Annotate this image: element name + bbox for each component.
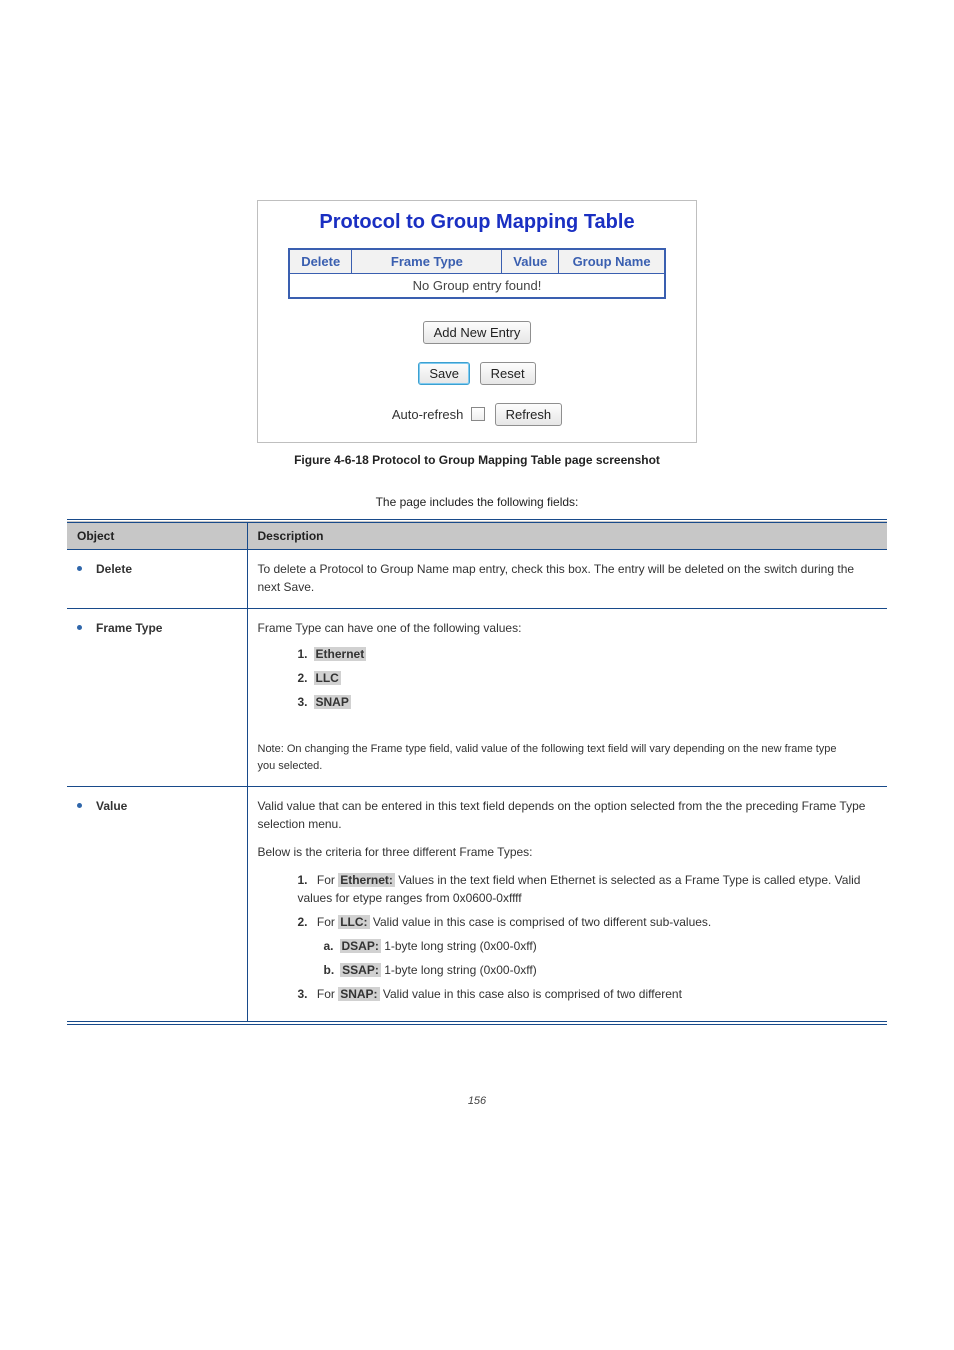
value-ethernet: Ethernet: — [338, 873, 395, 887]
table-empty-row: No Group entry found! — [289, 274, 665, 299]
row-frame-type: Frame Type Frame Type can have one of th… — [67, 609, 887, 787]
figure-caption: Figure 4-6-18 Protocol to Group Mapping … — [30, 453, 924, 467]
col-group-name: Group Name — [559, 249, 665, 274]
value-snap: SNAP: — [338, 987, 379, 1001]
option-snap: SNAP — [314, 695, 351, 709]
value-llc: LLC: — [338, 915, 369, 929]
frame-type-note: Note: On changing the Frame type field, … — [258, 741, 858, 774]
header-object: Object — [67, 521, 247, 550]
mapping-table: Delete Frame Type Value Group Name No Gr… — [288, 248, 666, 299]
option-llc: LLC — [314, 671, 341, 685]
col-delete: Delete — [289, 249, 352, 274]
row-delete: Delete To delete a Protocol to Group Nam… — [67, 550, 887, 609]
table-header-row: Delete Frame Type Value Group Name — [289, 249, 665, 274]
row-value: Value Valid value that can be entered in… — [67, 787, 887, 1024]
auto-refresh-checkbox[interactable] — [471, 407, 485, 421]
bullet-icon — [77, 625, 82, 630]
option-ethernet: Ethernet — [314, 647, 367, 661]
add-new-entry-button[interactable]: Add New Entry — [423, 321, 532, 344]
value-ssap: SSAP: — [340, 963, 381, 977]
screenshot-panel: Protocol to Group Mapping Table Delete F… — [257, 200, 697, 443]
page-number: 156 — [30, 1095, 924, 1107]
col-value: Value — [502, 249, 559, 274]
desc-frame-type: Frame Type can have one of the following… — [247, 609, 887, 787]
panel-title: Protocol to Group Mapping Table — [258, 211, 696, 234]
bullet-icon — [77, 566, 82, 571]
value-dsap: DSAP: — [340, 939, 381, 953]
object-value: Value — [96, 799, 127, 813]
description-table: Object Description Delete To delete a Pr… — [67, 519, 887, 1025]
col-frame-type: Frame Type — [352, 249, 502, 274]
bullet-icon — [77, 803, 82, 808]
intro-text: The page includes the following fields: — [30, 495, 924, 509]
header-description: Description — [247, 521, 887, 550]
reset-button[interactable]: Reset — [480, 362, 536, 385]
auto-refresh-label: Auto-refresh — [392, 407, 464, 422]
desc-delete: To delete a Protocol to Group Name map e… — [247, 550, 887, 609]
refresh-button[interactable]: Refresh — [495, 403, 563, 426]
save-button[interactable]: Save — [418, 362, 470, 385]
desc-header-row: Object Description — [67, 521, 887, 550]
desc-value: Valid value that can be entered in this … — [247, 787, 887, 1024]
object-delete: Delete — [96, 562, 132, 576]
no-entry-text: No Group entry found! — [289, 274, 665, 299]
frame-type-lead: Frame Type can have one of the following… — [258, 619, 878, 637]
object-frame-type: Frame Type — [96, 621, 162, 635]
